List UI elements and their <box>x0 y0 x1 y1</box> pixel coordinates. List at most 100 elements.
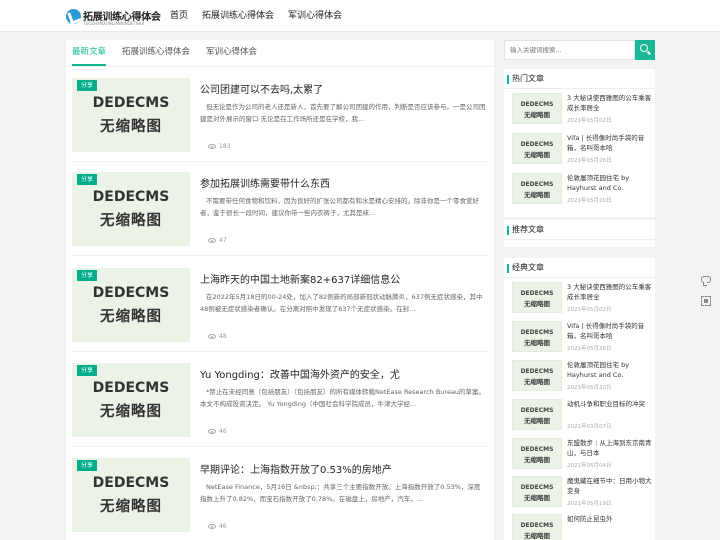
hot-articles-widget: 热门文章 DEDECMS 无缩略图 3 大秘诀使西雅图的公车乘客成长率居全 202… <box>504 69 655 217</box>
article-excerpt: 不需要带任何食物和饮料，因为良好的扩张公司都有和水是精心安排的，除非你是一个零食… <box>200 197 479 217</box>
thumbnail-text: DEDECMS <box>92 475 170 491</box>
article-excerpt: 在2022年5月18日的00-24处，加入了82例新的局部新冠状动脉肺炎，637… <box>200 293 483 313</box>
classic-articles-widget: 经典文章 DEDECMS 无缩略图 3 大秘诀使西雅图的公车乘客成长率居全 202… <box>504 258 655 540</box>
list-thumbnail: DEDECMS 无缩略图 <box>512 321 562 352</box>
article-thumbnail[interactable]: DEDECMS 无缩略图 分享 <box>72 363 190 437</box>
list-item-title[interactable]: 3 大秘诀使西雅图的公车乘客成长率居全 <box>567 93 652 113</box>
article-title[interactable]: 上海昨天的中国土地新案82+637详细信息公 <box>200 271 486 286</box>
list-item[interactable]: DEDECMS 无缩略图 Vifa | 长得像时尚手袋的音箱，名叫哥本哈 2021… <box>512 321 652 361</box>
list-item-title[interactable]: 东盟散步｜从上海到东京南青山，与日本 <box>567 438 652 458</box>
article-title[interactable]: 公司团建可以不去吗,太累了 <box>200 81 486 96</box>
list-item-title[interactable]: 伦敦屡顶花园住宅 by Hayhurst and Co. <box>567 360 652 380</box>
list-item[interactable]: DEDECMS 无缩略图 东盟散步｜从上海到东京南青山，与日本 2021年05月0… <box>512 438 652 478</box>
thumbnail-text: 无缩略图 <box>524 300 550 308</box>
widget-title: 推荐文章 <box>504 220 655 240</box>
article-thumbnail[interactable]: DEDECMS 无缩略图 分享 <box>72 172 190 246</box>
tab-latest[interactable]: 最新文章 <box>72 40 107 66</box>
search-input[interactable] <box>504 40 635 60</box>
logo-subtitle: TUOZHANXUNLIANXINDETIHUI <box>83 21 145 26</box>
article-item: DEDECMS 无缩略图 分享 参加拓展训练需要带什么东西 不需要带任何食物和饮… <box>72 162 488 256</box>
list-item-title[interactable]: 3 大秘诀使西雅图的公车乘客成长率居全 <box>567 282 652 302</box>
category-badge: 分享 <box>77 365 98 376</box>
sidebar-search <box>504 40 655 60</box>
search-icon <box>640 44 648 52</box>
list-item-title[interactable]: Vifa | 长得像时尚手袋的音箱，名叫哥本哈 <box>567 321 652 341</box>
list-item-title[interactable]: Vifa | 长得像时尚手袋的音箱，名叫哥本哈 <box>567 133 652 153</box>
list-thumbnail: DEDECMS 无缩略图 <box>512 514 562 540</box>
category-tabs: 最新文章 拓展训练心得体会 军训心得体会 <box>72 40 273 66</box>
list-item-date: 2021年05月02日 <box>567 118 612 124</box>
view-count: 47 <box>208 237 227 244</box>
list-item-title[interactable]: 魔鬼藏在细节中：日用小物大变身 <box>567 476 652 496</box>
list-item[interactable]: DEDECMS 无缩略图 3 大秘诀使西雅图的公车乘客成长率居全 2021年05月… <box>512 93 652 133</box>
list-thumbnail: DEDECMS 无缩略图 <box>512 476 562 507</box>
article-excerpt: NetEase Finance，5月16日 &nbsp;：共享三个主要指数开放。… <box>200 483 481 503</box>
list-thumbnail: DEDECMS 无缩略图 <box>512 133 562 164</box>
view-count-value: 183 <box>219 143 231 150</box>
view-count-value: 47 <box>219 237 227 244</box>
nav-item-outward-training[interactable]: 拓展训练心得体会 <box>202 0 274 32</box>
view-count: 46 <box>208 523 227 530</box>
thumbnail-text: 无缩略图 <box>100 213 162 229</box>
widget-title: 热门文章 <box>504 69 655 89</box>
thumbnail-text: 无缩略图 <box>100 119 162 135</box>
site-header: 拓展训练心得体会 TUOZHANXUNLIANXINDETIHUI 首页 拓展训… <box>0 0 720 32</box>
list-item[interactable]: DEDECMS 无缩略图 魔鬼藏在细节中：日用小物大变身 2021年05月19日 <box>512 476 652 516</box>
list-item[interactable]: DEDECMS 无缩略图 动机斗争和职业目标的冲突 2021年03月07日 <box>512 399 652 439</box>
list-item[interactable]: DEDECMS 无缩略图 3 大秘诀使西雅图的公车乘客成长率居全 2021年05月… <box>512 282 652 322</box>
article-title[interactable]: 参加拓展训练需要带什么东西 <box>200 175 486 190</box>
list-item-date: 2021年05月26日 <box>567 158 612 164</box>
site-logo[interactable]: 拓展训练心得体会 TUOZHANXUNLIANXINDETIHUI <box>66 7 161 29</box>
nav-item-military-training[interactable]: 军训心得体会 <box>288 0 342 32</box>
category-badge: 分享 <box>77 460 98 471</box>
list-thumbnail: DEDECMS 无缩略图 <box>512 399 562 430</box>
list-item-date: 2021年05月04日 <box>567 463 612 469</box>
article-item: DEDECMS 无缩略图 分享 早期评论：上海指数开放了0.53%的房地产 Ne… <box>72 448 488 540</box>
eye-icon <box>208 238 216 243</box>
thumbnail-text: DEDECMS <box>520 484 554 491</box>
list-thumbnail: DEDECMS 无缩略图 <box>512 173 562 204</box>
article-title[interactable]: 早期评论：上海指数开放了0.53%的房地产 <box>200 461 486 476</box>
article-list-panel: 最新文章 拓展训练心得体会 军训心得体会 DEDECMS 无缩略图 分享 公司团… <box>66 40 494 540</box>
article-item: DEDECMS 无缩略图 分享 公司团建可以不去吗,太累了 但无论是作为公司的老… <box>72 68 488 162</box>
article-excerpt: *禁止在未经同意（包括朋友）（包括朋友）的所有媒体转载NetEase Resea… <box>200 388 486 408</box>
widget-title: 经典文章 <box>504 258 655 278</box>
category-badge: 分享 <box>77 80 98 91</box>
thumbnail-text: DEDECMS <box>520 141 554 148</box>
thumbnail-text: 无缩略图 <box>524 339 550 347</box>
view-count: 183 <box>208 143 230 150</box>
thumbnail-text: DEDECMS <box>92 380 170 396</box>
list-item-date: 2021年03月07日 <box>567 424 612 430</box>
thumbnail-text: 无缩略图 <box>524 532 550 540</box>
list-item-title[interactable]: 动机斗争和职业目标的冲突 <box>567 399 652 419</box>
list-thumbnail: DEDECMS 无缩略图 <box>512 282 562 313</box>
thumbnail-text: 无缩略图 <box>524 378 550 386</box>
article-thumbnail[interactable]: DEDECMS 无缩略图 分享 <box>72 78 190 152</box>
list-item[interactable]: DEDECMS 无缩略图 如何防止昆虫外 <box>512 514 652 540</box>
chat-icon[interactable] <box>701 276 711 286</box>
thumbnail-text: DEDECMS <box>92 95 170 111</box>
list-item-date: 2021年05月02日 <box>567 307 612 313</box>
qrcode-icon[interactable] <box>701 296 711 306</box>
thumbnail-text: 无缩略图 <box>524 417 550 425</box>
thumbnail-text: DEDECMS <box>520 407 554 414</box>
thumbnail-text: DEDECMS <box>520 329 554 336</box>
eye-icon <box>208 334 216 339</box>
thumbnail-text: 无缩略图 <box>100 499 162 515</box>
thumbnail-text: 无缩略图 <box>100 309 162 325</box>
list-item[interactable]: DEDECMS 无缩略图 Vifa | 长得像时尚手袋的音箱，名叫哥本哈 2021… <box>512 133 652 173</box>
article-thumbnail[interactable]: DEDECMS 无缩略图 分享 <box>72 268 190 342</box>
article-thumbnail[interactable]: DEDECMS 无缩略图 分享 <box>72 458 190 532</box>
view-count: 46 <box>208 428 227 435</box>
thumbnail-text: DEDECMS <box>520 446 554 453</box>
nav-item-home[interactable]: 首页 <box>170 0 188 32</box>
search-button[interactable] <box>635 40 655 60</box>
list-item-title[interactable]: 伦敦屡顶花园住宅 by Hayhurst and Co. <box>567 173 652 193</box>
thumbnail-text: DEDECMS <box>92 285 170 301</box>
list-item-title[interactable]: 如何防止昆虫外 <box>567 514 652 534</box>
tab-military-training[interactable]: 军训心得体会 <box>206 40 257 66</box>
tab-outward-training[interactable]: 拓展训练心得体会 <box>122 40 190 66</box>
article-title[interactable]: Yu Yongding：改善中国海外资产的安全，尤 <box>200 366 486 381</box>
list-item[interactable]: DEDECMS 无缩略图 伦敦屡顶花园住宅 by Hayhurst and Co.… <box>512 173 652 213</box>
list-item[interactable]: DEDECMS 无缩略图 伦敦屡顶花园住宅 by Hayhurst and Co.… <box>512 360 652 400</box>
